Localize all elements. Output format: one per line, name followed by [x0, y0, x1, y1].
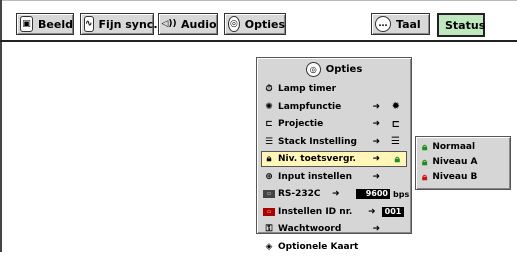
- lock-icon: 🔒︎: [422, 141, 428, 153]
- submenu-item-label: Normaal: [432, 142, 476, 152]
- menu-item-input-instellen[interactable]: ⊕ Input instellen ➜: [261, 169, 407, 185]
- tab-beeld-label: Beeld: [38, 17, 73, 31]
- id-icon: ▭: [263, 206, 275, 218]
- submenu-item-normaal[interactable]: 🔒︎ Normaal: [422, 140, 506, 154]
- tab-beeld[interactable]: ▣ Beeld: [16, 13, 74, 35]
- submenu-item-niveau-a[interactable]: 🔒︎ Niveau A: [422, 155, 506, 169]
- submenu-item-niveau-b[interactable]: 🔒︎ Niveau B: [422, 170, 506, 184]
- menu-item-label: Input instellen: [278, 171, 352, 182]
- lock-icon: 🔒︎: [266, 154, 272, 164]
- menu-item-label: Stack Instelling: [278, 136, 357, 147]
- menu-item-label: Projectie: [278, 119, 324, 129]
- menu-title-label: Opties: [325, 63, 363, 75]
- arrow-right-icon: ➜: [372, 154, 380, 164]
- screen: ▣ Beeld ∿ Fijn sync. ◁)) Audio ◎ Opties …: [0, 0, 517, 252]
- tab-opties-label: Opties: [244, 17, 285, 31]
- lamp-icon: ✺: [265, 101, 273, 112]
- left-border: [0, 0, 2, 252]
- tab-status[interactable]: Status: [437, 13, 485, 37]
- card-icon: ◈: [265, 241, 273, 252]
- arrow-right-icon: ➜: [332, 189, 340, 199]
- tab-fijn-sync[interactable]: ∿ Fijn sync.: [80, 13, 158, 35]
- tab-divider: [0, 40, 517, 42]
- arrow-right-icon: ➜: [372, 224, 380, 234]
- menu-title: ◎ Opties: [257, 61, 411, 77]
- menu-item-instellen-id[interactable]: ▭ Instellen ID nr. ➜ 001: [261, 204, 407, 220]
- lamp-timer-icon: ⏱: [265, 84, 273, 94]
- options-icon: ◎: [228, 16, 240, 32]
- menu-item-lamp-timer[interactable]: ⏱ Lamp timer: [261, 81, 407, 97]
- tab-audio[interactable]: ◁)) Audio: [158, 13, 218, 35]
- menu-item-label: Optionele Kaart: [278, 241, 359, 252]
- top-border: [0, 0, 517, 1]
- lock-mode-icon: 🔒︎: [394, 153, 400, 165]
- menu-item-label: Lamp timer: [278, 84, 337, 94]
- arrow-right-icon: ➜: [372, 101, 380, 112]
- stack-mode-icon: ☰: [391, 136, 400, 147]
- menu-item-label: Instellen ID nr.: [278, 206, 353, 217]
- menu-item-label: Wachtwoord: [278, 224, 342, 234]
- rs232c-value: 9600: [356, 189, 390, 199]
- menu-item-rs232c[interactable]: ▭ RS-232C ➜ 9600 bps: [261, 186, 410, 202]
- speaker-icon: ◁)): [161, 19, 177, 29]
- lock-icon: 🔒︎: [422, 156, 428, 168]
- input-icon: ⊕: [265, 171, 273, 182]
- key-icon: ⚿: [265, 224, 273, 234]
- tab-audio-label: Audio: [181, 17, 217, 31]
- rs232c-icon: ▭: [263, 188, 275, 200]
- arrow-right-icon: ➜: [368, 206, 376, 217]
- lock-level-submenu: 🔒︎ Normaal 🔒︎ Niveau A 🔒︎ Niveau B: [415, 136, 511, 190]
- menu-item-label: Lampfunctie: [278, 101, 342, 112]
- stack-icon: ☰: [264, 136, 274, 147]
- tab-fijn-sync-label: Fijn sync.: [98, 17, 158, 31]
- menu-items: ⏱ Lamp timer ✺ Lampfunctie ➜ ✹ ⊏ Project…: [261, 81, 410, 256]
- menu-item-lampfunctie[interactable]: ✺ Lampfunctie ➜ ✹: [261, 99, 407, 115]
- menu-item-wachtwoord[interactable]: ⚿ Wachtwoord ➜: [261, 221, 407, 237]
- projection-icon: ⊏: [265, 119, 273, 129]
- menu-item-projectie[interactable]: ⊏ Projectie ➜ ⊏: [261, 116, 407, 132]
- tab-taal[interactable]: … Taal: [371, 13, 430, 35]
- tab-status-label: Status: [445, 18, 486, 32]
- fine-sync-icon: ∿: [84, 16, 94, 32]
- options-icon: ◎: [305, 61, 321, 77]
- rs232c-unit: bps: [393, 189, 410, 199]
- projection-mode-icon: ⊏: [391, 118, 400, 130]
- menu-item-label: RS-232C: [278, 189, 321, 199]
- lock-icon: 🔒︎: [422, 171, 428, 183]
- id-value: 001: [382, 206, 404, 217]
- menu-item-optionele-kaart[interactable]: ◈ Optionele Kaart: [261, 239, 407, 255]
- arrow-right-icon: ➜: [372, 136, 380, 147]
- submenu-item-label: Niveau B: [432, 172, 478, 182]
- lamp-mode-icon: ✹: [391, 101, 400, 112]
- menu-item-niv-toetsvergr[interactable]: 🔒︎ Niv. toetsvergr. ➜ 🔒︎: [261, 151, 407, 167]
- tab-taal-label: Taal: [396, 17, 421, 31]
- picture-icon: ▣: [20, 16, 34, 32]
- speech-bubble-icon: …: [375, 16, 391, 32]
- submenu-item-label: Niveau A: [432, 157, 478, 167]
- tab-opties[interactable]: ◎ Opties: [224, 13, 286, 35]
- menu-item-label: Niv. toetsvergr.: [278, 154, 356, 164]
- options-menu: ◎ Opties ⏱ Lamp timer ✺ Lampfunctie ➜ ✹ …: [256, 57, 412, 252]
- arrow-right-icon: ➜: [372, 119, 380, 129]
- arrow-right-icon: ➜: [372, 171, 380, 182]
- menu-item-stack-instelling[interactable]: ☰ Stack Instelling ➜ ☰: [261, 134, 407, 150]
